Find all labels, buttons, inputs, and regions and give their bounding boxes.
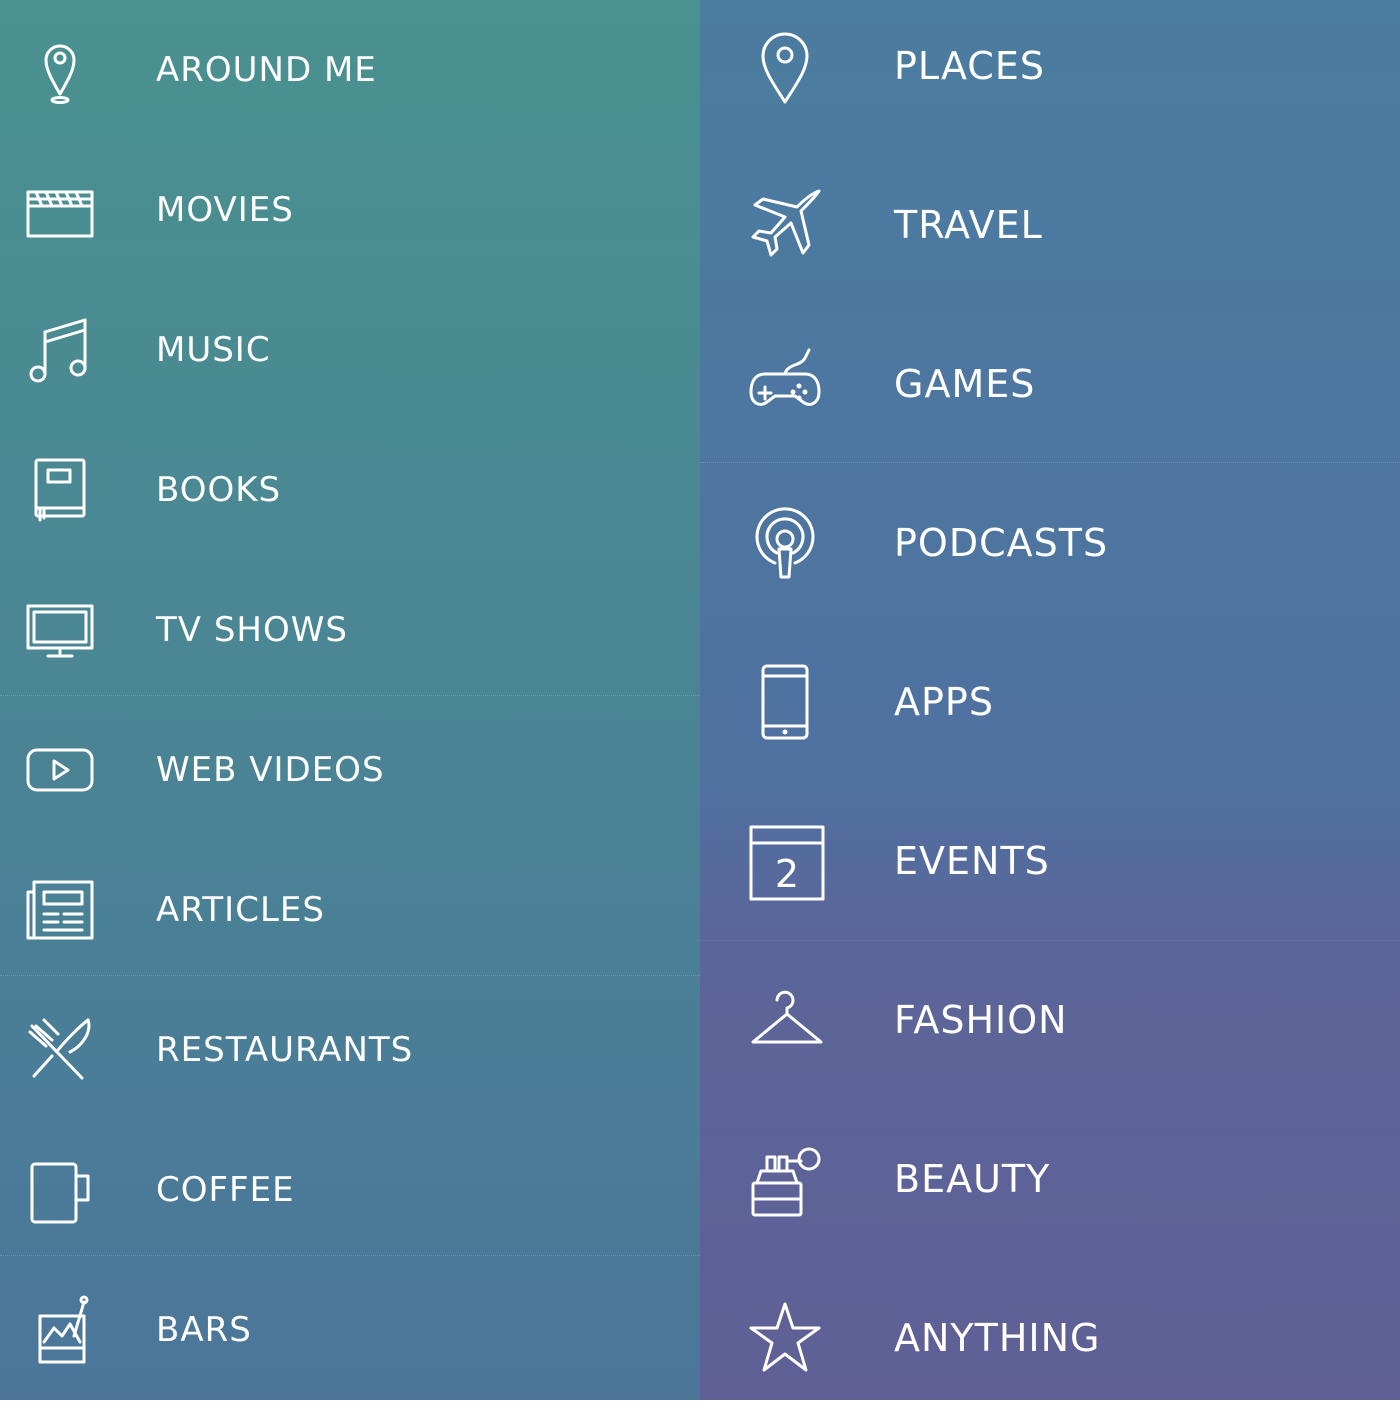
perfume-icon [745, 1139, 825, 1219]
calendar-icon: 2 [745, 821, 825, 901]
location-pin-icon [20, 30, 100, 110]
category-beauty[interactable]: BEAUTY [700, 1099, 1400, 1258]
category-anything[interactable]: ANYTHING [700, 1258, 1400, 1417]
category-around-me[interactable]: AROUND ME [0, 0, 700, 140]
category-label: WEB VIDEOS [156, 750, 385, 790]
category-label: RESTAURANTS [156, 1030, 414, 1070]
play-video-icon [20, 730, 100, 810]
category-label: PODCASTS [894, 520, 1109, 565]
category-fashion[interactable]: FASHION [700, 940, 1400, 1099]
podcast-icon [745, 503, 825, 583]
category-events[interactable]: 2 EVENTS [700, 781, 1400, 940]
left-category-column: AROUND ME MOVIES MUSIC BOOKS TV SHOWS WE… [0, 0, 700, 1400]
newspaper-icon [20, 870, 100, 950]
divider [0, 975, 700, 976]
fork-knife-icon [20, 1010, 100, 1090]
category-podcasts[interactable]: PODCASTS [700, 463, 1400, 622]
divider [700, 940, 1400, 941]
right-category-column: PLACES TRAVEL GAMES PODCASTS APPS 2 EVEN… [700, 0, 1400, 1400]
tv-icon [20, 590, 100, 670]
category-movies[interactable]: MOVIES [0, 140, 700, 280]
category-label: APPS [894, 679, 994, 724]
category-label: MOVIES [156, 190, 294, 230]
category-label: PLACES [894, 43, 1045, 88]
divider [0, 695, 700, 696]
category-grid: AROUND ME MOVIES MUSIC BOOKS TV SHOWS WE… [0, 0, 1400, 1400]
category-label: FASHION [894, 997, 1068, 1042]
category-label: BOOKS [156, 470, 282, 510]
airplane-icon [745, 185, 825, 265]
cocktail-icon [20, 1290, 100, 1370]
category-travel[interactable]: TRAVEL [700, 145, 1400, 304]
mug-icon [20, 1150, 100, 1230]
book-icon [20, 450, 100, 530]
category-label: AROUND ME [156, 50, 377, 90]
gamepad-icon [745, 344, 825, 424]
category-web-videos[interactable]: WEB VIDEOS [0, 700, 700, 840]
category-label: MUSIC [156, 330, 271, 370]
category-label: ARTICLES [156, 890, 325, 930]
category-tv-shows[interactable]: TV SHOWS [0, 560, 700, 700]
divider [700, 462, 1400, 463]
category-label: GAMES [894, 361, 1036, 406]
category-label: TRAVEL [894, 202, 1043, 247]
category-books[interactable]: BOOKS [0, 420, 700, 560]
phone-icon [745, 662, 825, 742]
category-coffee[interactable]: COFFEE [0, 1120, 700, 1260]
category-label: COFFEE [156, 1170, 295, 1210]
category-articles[interactable]: ARTICLES [0, 840, 700, 980]
divider [0, 1255, 700, 1256]
hanger-icon [745, 980, 825, 1060]
clapperboard-icon [20, 170, 100, 250]
map-pin-icon [745, 26, 825, 106]
category-label: BEAUTY [894, 1156, 1051, 1201]
music-note-icon [20, 310, 100, 390]
category-label: TV SHOWS [156, 610, 348, 650]
category-bars[interactable]: BARS [0, 1260, 700, 1400]
category-places[interactable]: PLACES [700, 0, 1400, 145]
star-icon [745, 1298, 825, 1378]
category-restaurants[interactable]: RESTAURANTS [0, 980, 700, 1120]
calendar-day-number: 2 [775, 852, 799, 896]
category-apps[interactable]: APPS [700, 622, 1400, 781]
category-games[interactable]: GAMES [700, 304, 1400, 463]
category-music[interactable]: MUSIC [0, 280, 700, 420]
category-label: BARS [156, 1310, 252, 1350]
category-label: ANYTHING [894, 1315, 1101, 1360]
category-label: EVENTS [894, 838, 1050, 883]
